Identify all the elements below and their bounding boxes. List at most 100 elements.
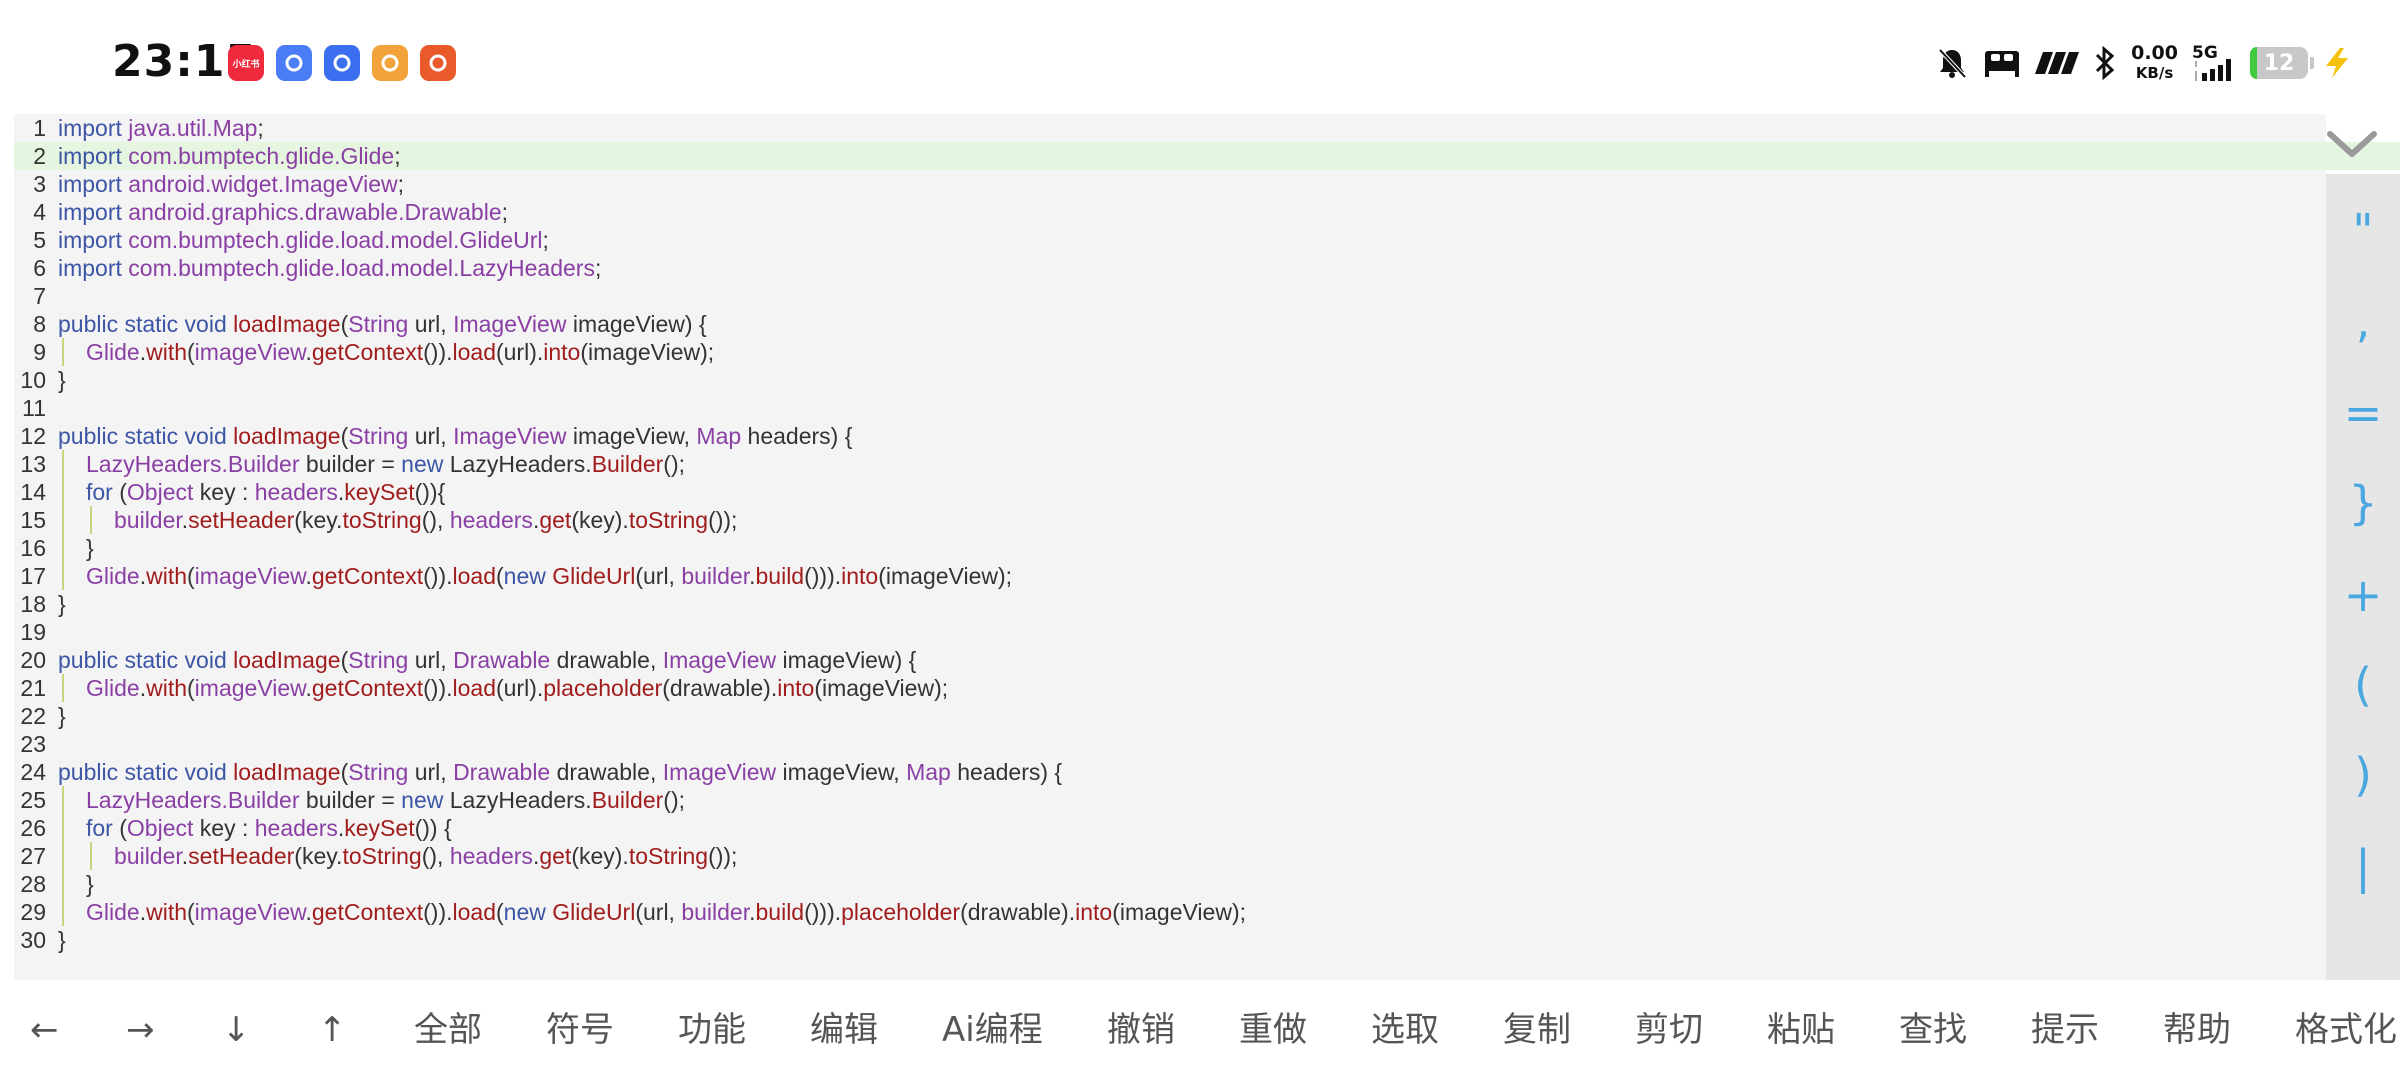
status-bar: 23:15 小红书 0.00 KB/s 5G 12 [0,0,2400,114]
line-number: 23 [20,731,46,757]
code-editor[interactable]: 1 import java.util.Map; 2 import com.bumpte… [14,114,2400,980]
code-line[interactable]: 28} [14,870,94,898]
toolbar-item[interactable]: → [126,980,155,1080]
code-line[interactable]: 16} [14,534,94,562]
game-app-icon [420,45,456,81]
code-text: } [86,534,94,562]
code-token: imageView [194,899,306,925]
symbol-key[interactable]: ( [2326,658,2400,712]
code-line[interactable]: 20 public static void loadImage(String ur… [14,646,916,674]
code-line[interactable]: 7 [14,282,46,310]
code-line[interactable]: 18} [14,590,65,618]
code-token: String [348,311,409,337]
symbol-key[interactable]: ) [2326,748,2400,802]
toolbar-item[interactable]: 剪切 [1635,980,1703,1080]
code-token: getContext [311,563,424,589]
toolbar-item[interactable]: 格式化 [2295,980,2397,1080]
code-line[interactable]: 22} [14,702,65,730]
code-line[interactable]: 8 public static void loadImage(String url… [14,310,706,338]
code-line[interactable]: 29 Glide.with(imageView.getContext()).loa… [14,898,1246,926]
code-line[interactable]: 15 builder.setHeader(key.toString(), head… [14,506,737,534]
symbol-key[interactable]: | [2326,840,2400,894]
code-token: imageView, [566,423,697,449]
code-line[interactable]: 9 Glide.with(imageView.getContext()).load… [14,338,714,366]
symbol-key[interactable]: + [2326,568,2400,622]
code-text: import com.bumptech.glide.Glide; [58,142,401,170]
symbol-key[interactable]: = [2326,386,2400,440]
code-line[interactable]: 14 for (Object key : headers.keySet()){ [14,478,445,506]
code-token: ImageView [453,311,567,337]
code-token: import [58,171,129,197]
code-token: url, [408,423,454,449]
toolbar-item[interactable]: 提示 [2031,980,2099,1080]
toolbar-item[interactable]: 符号 [546,980,614,1080]
code-line[interactable]: 25 LazyHeaders.Builder builder = new Lazy… [14,786,685,814]
code-token: Builder [591,451,664,477]
toolbar-item[interactable]: 粘贴 [1767,980,1835,1080]
toolbar-item[interactable]: 编辑 [810,980,878,1080]
code-line[interactable]: 4 import android.graphics.drawable.Drawab… [14,198,508,226]
indent-guide [62,450,64,478]
network-type-label: 5G [2192,43,2218,63]
toolbar-item[interactable]: Ai编程 [942,980,1043,1080]
toolbar-item[interactable]: 全部 [414,980,482,1080]
code-line[interactable]: 24 public static void loadImage(String ur… [14,758,1062,786]
code-line[interactable]: 17 Glide.with(imageView.getContext()).loa… [14,562,1012,590]
collapse-toolbar-button[interactable] [2324,124,2380,164]
code-line[interactable]: 3 import android.widget.ImageView; [14,170,404,198]
code-token: loadImage [233,311,341,337]
toolbar-item[interactable]: 功能 [678,980,746,1080]
code-line[interactable]: 27 builder.setHeader(key.toString(), head… [14,842,737,870]
symbol-key[interactable]: , [2326,294,2400,348]
code-text: Glide.with(imageView.getContext()).load(… [86,674,948,702]
symbol-key[interactable]: " [2326,204,2400,258]
toolbar-item[interactable]: 撤销 [1107,980,1175,1080]
code-line[interactable]: 10} [14,366,65,394]
symbol-quick-panel: ", =} + () | [2326,174,2400,980]
code-line[interactable]: 11 [14,394,46,422]
code-token: } [58,703,66,729]
code-token: (key. [294,843,343,869]
toolbar-item[interactable]: ↓ [222,980,251,1080]
line-number: 29 [20,899,46,925]
network-speed-unit: KB/s [2135,64,2174,82]
toolbar-item[interactable]: 选取 [1371,980,1439,1080]
code-token: build [755,563,805,589]
star-app-icon [324,45,360,81]
code-token: (url, [635,563,682,589]
code-token: (url, [635,899,682,925]
code-text: import com.bumptech.glide.load.model.Laz… [58,254,601,282]
code-token: ; [257,115,264,141]
code-token: (url). [495,339,544,365]
code-token: ( [495,563,504,589]
code-line[interactable]: 6 import com.bumptech.glide.load.model.La… [14,254,601,282]
battery-cap [2310,57,2314,69]
network-speed: 0.00 KB/s [2131,43,2178,83]
line-number: 11 [22,395,46,421]
toolbar-item[interactable]: ← [30,980,59,1080]
toolbar-item[interactable]: 重做 [1239,980,1307,1080]
code-token: ImageView [662,759,777,785]
code-token: } [86,871,94,897]
toolbar-item[interactable]: 帮助 [2163,980,2231,1080]
code-line[interactable]: 19 [14,618,46,646]
indent-guide [62,786,64,814]
toolbar-item[interactable]: 查找 [1899,980,1967,1080]
code-line[interactable]: 30} [14,926,65,954]
code-token: import [58,115,129,141]
line-number: 30 [20,927,46,953]
code-line[interactable]: 21 Glide.with(imageView.getContext()).loa… [14,674,948,702]
toolbar-item[interactable]: 复制 [1503,980,1571,1080]
indent-guide [90,506,92,534]
code-line[interactable]: 2 import com.bumptech.glide.Glide; [14,142,400,170]
code-line[interactable]: 12 public static void loadImage(String ur… [14,422,852,450]
code-line[interactable]: 5 import com.bumptech.glide.load.model.Gl… [14,226,549,254]
code-line[interactable]: 23 [14,730,46,758]
code-line[interactable]: 1 import java.util.Map; [14,114,264,142]
code-line[interactable]: 13 LazyHeaders.Builder builder = new Lazy… [14,450,685,478]
symbol-key[interactable]: } [2326,476,2400,530]
code-text: builder.setHeader(key.toString(), header… [114,842,737,870]
toolbar-item[interactable]: ↑ [318,980,347,1080]
code-line[interactable]: 26 for (Object key : headers.keySet()) { [14,814,452,842]
indent-guide [62,534,64,562]
